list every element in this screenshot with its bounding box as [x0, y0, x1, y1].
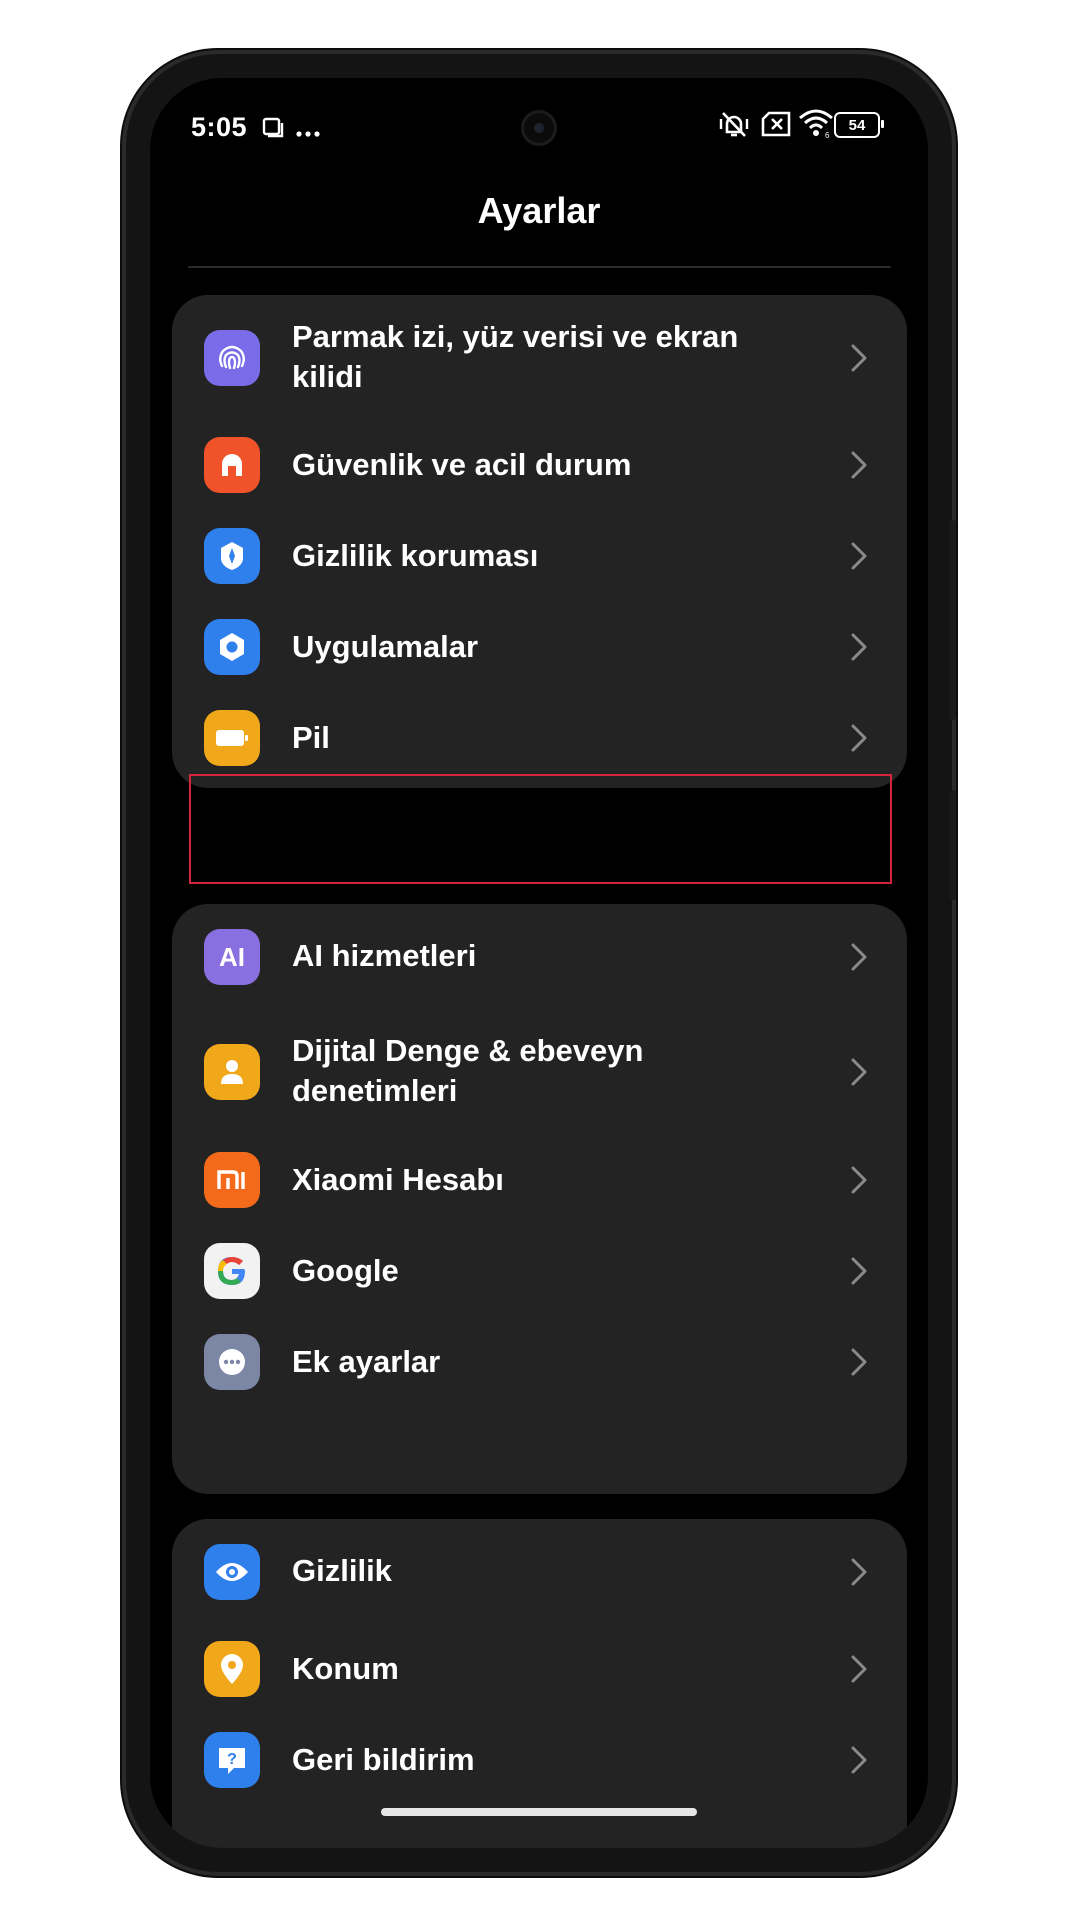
chevron-right-icon — [851, 1166, 867, 1194]
settings-item-label: Geri bildirim — [292, 1742, 475, 1777]
settings-item-google[interactable]: Google — [172, 1226, 907, 1317]
digital-wellbeing-icon — [204, 1044, 260, 1100]
highlight-box-battery — [189, 774, 892, 884]
settings-item-additional-settings[interactable]: Ek ayarlar — [172, 1317, 907, 1408]
battery-app-icon — [204, 710, 260, 766]
settings-item-label: Gizlilik koruması — [292, 538, 539, 573]
settings-item-label: Konum — [292, 1651, 399, 1686]
settings-group-services: AI AI hizmetleri Dijital Denge & ebeveyn… — [172, 904, 907, 1494]
page-title: Ayarlar — [477, 190, 601, 231]
home-gesture-bar[interactable] — [381, 1808, 697, 1816]
feedback-question-icon: ? — [204, 1732, 260, 1788]
chevron-right-icon — [851, 1058, 867, 1086]
chevron-right-icon — [851, 542, 867, 570]
wifi-icon: 6 — [798, 108, 834, 143]
settings-item-label: Parmak izi, yüz verisi ve ekran kilidi — [292, 319, 739, 394]
chevron-right-icon — [851, 1746, 867, 1774]
settings-screen: 5:05 6 54 Ayarlar Parmak izi, yüz verisi… — [150, 78, 928, 1848]
settings-item-label: Gizlilik — [292, 1553, 392, 1588]
more-dots-icon — [296, 124, 320, 142]
privacy-shield-icon — [204, 528, 260, 584]
settings-item-ai-services[interactable]: AI AI hizmetleri — [172, 904, 907, 1009]
vibrate-off-icon — [718, 110, 750, 143]
settings-item-digital-wellbeing[interactable]: Dijital Denge & ebeveyn denetimleri — [172, 1009, 907, 1135]
chevron-right-icon — [851, 724, 867, 752]
settings-item-label: Güvenlik ve acil durum — [292, 447, 632, 482]
settings-item-xiaomi-account[interactable]: Xiaomi Hesabı — [172, 1135, 907, 1226]
chevron-right-icon — [851, 943, 867, 971]
settings-item-label: AI hizmetleri — [292, 938, 477, 973]
xiaomi-logo-icon — [204, 1152, 260, 1208]
settings-item-label: Dijital Denge & ebeveyn denetimleri — [292, 1033, 644, 1108]
google-logo-icon — [204, 1243, 260, 1299]
settings-group-privacy: Gizlilik Konum ? Geri bildirim — [172, 1519, 907, 1848]
ai-icon: AI — [204, 929, 260, 985]
settings-group-security: Parmak izi, yüz verisi ve ekran kilidi G… — [172, 295, 907, 788]
power-button — [950, 790, 956, 900]
settings-item-privacy[interactable]: Gizlilik — [172, 1519, 907, 1624]
apps-gear-icon — [204, 619, 260, 675]
header-divider — [188, 266, 891, 268]
screen-record-icon — [262, 116, 284, 143]
settings-item-apps[interactable]: Uygulamalar — [172, 602, 907, 693]
front-camera — [521, 110, 557, 146]
emergency-siren-icon — [204, 437, 260, 493]
settings-item-label: Pil — [292, 720, 330, 755]
chevron-right-icon — [851, 344, 867, 372]
settings-item-fingerprint[interactable]: Parmak izi, yüz verisi ve ekran kilidi — [172, 295, 907, 420]
settings-item-label: Google — [292, 1253, 399, 1288]
chevron-right-icon — [851, 1257, 867, 1285]
settings-item-label: Ek ayarlar — [292, 1344, 441, 1379]
status-bar: 5:05 6 54 — [150, 78, 928, 170]
battery-icon: 54 — [834, 112, 884, 138]
chevron-right-icon — [851, 1558, 867, 1586]
location-pin-icon — [204, 1641, 260, 1697]
settings-item-feedback[interactable]: ? Geri bildirim — [172, 1715, 907, 1806]
chevron-right-icon — [851, 1655, 867, 1683]
settings-item-battery[interactable]: Pil — [172, 693, 907, 784]
volume-button — [950, 520, 956, 720]
settings-item-location[interactable]: Konum — [172, 1624, 907, 1715]
svg-text:6: 6 — [825, 131, 830, 138]
fingerprint-icon — [204, 330, 260, 386]
status-time: 5:05 — [191, 112, 248, 142]
settings-item-label: Uygulamalar — [292, 629, 479, 664]
settings-item-label: Xiaomi Hesabı — [292, 1162, 504, 1197]
settings-item-security-emergency[interactable]: Güvenlik ve acil durum — [172, 420, 907, 511]
chevron-right-icon — [851, 1348, 867, 1376]
no-sim-icon — [760, 111, 792, 142]
chevron-right-icon — [851, 633, 867, 661]
settings-item-privacy-protection[interactable]: Gizlilik koruması — [172, 511, 907, 602]
svg-text:?: ? — [227, 1751, 237, 1768]
more-settings-icon — [204, 1334, 260, 1390]
eye-icon — [204, 1544, 260, 1600]
chevron-right-icon — [851, 451, 867, 479]
